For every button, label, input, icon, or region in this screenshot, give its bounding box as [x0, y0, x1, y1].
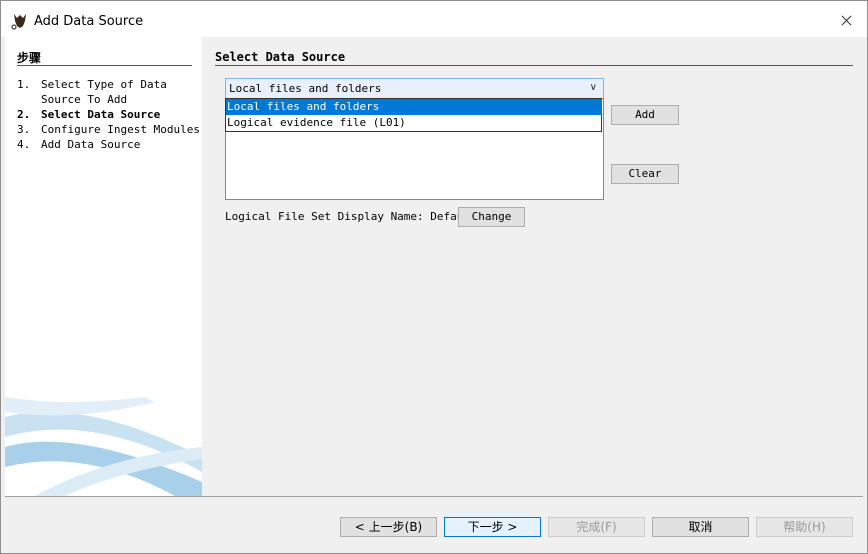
- display-name-label: Logical File Set Display Name: Default: [225, 210, 477, 223]
- step-2: 2. Select Data Source: [17, 107, 202, 122]
- chevron-down-icon[interactable]: ∨: [590, 82, 597, 93]
- step-label: Select Data Source: [41, 108, 161, 121]
- step-label: Select Type of Data Source To Add: [41, 78, 167, 106]
- clear-button[interactable]: Clear: [611, 164, 679, 184]
- title-bar: Add Data Source: [1, 1, 867, 37]
- content-header: Select Data Source: [215, 50, 346, 64]
- step-number: 4.: [17, 138, 31, 151]
- help-button[interactable]: 帮助(H): [756, 517, 853, 537]
- footer-divider: [5, 496, 863, 497]
- source-type-dropdown: Local files and folders Logical evidence…: [225, 98, 602, 132]
- steps-header: 步骤: [17, 51, 42, 65]
- dropdown-option-logical-evidence[interactable]: Logical evidence file (L01): [226, 115, 602, 131]
- add-button[interactable]: Add: [611, 105, 679, 125]
- steps-panel: 步骤 1. Select Type of Data Source To Add …: [5, 37, 202, 496]
- step-4: 4. Add Data Source: [17, 137, 202, 152]
- content-divider: [215, 65, 853, 66]
- close-button[interactable]: [831, 7, 863, 33]
- next-button[interactable]: 下一步 >: [444, 517, 541, 537]
- step-number: 2.: [17, 108, 31, 121]
- decorative-swoosh: [5, 397, 202, 496]
- dropdown-option-local-files[interactable]: Local files and folders: [226, 99, 602, 115]
- step-3: 3. Configure Ingest Modules: [17, 122, 202, 137]
- autopsy-dog-icon: [11, 14, 26, 30]
- step-number: 3.: [17, 123, 31, 136]
- combo-selected-value: Local files and folders: [229, 82, 382, 95]
- cancel-button[interactable]: 取消: [652, 517, 749, 537]
- step-number: 1.: [17, 78, 31, 91]
- steps-list: 1. Select Type of Data Source To Add 2. …: [17, 77, 202, 152]
- steps-divider: [17, 65, 192, 66]
- change-button[interactable]: Change: [458, 207, 525, 227]
- finish-button[interactable]: 完成(F): [548, 517, 645, 537]
- source-type-combobox[interactable]: Local files and folders ∨: [225, 78, 604, 99]
- back-button[interactable]: < 上一步(B): [340, 517, 437, 537]
- step-label: Add Data Source: [41, 138, 141, 151]
- window-title: Add Data Source: [34, 14, 144, 29]
- step-label: Configure Ingest Modules: [41, 123, 200, 136]
- add-data-source-dialog: Add Data Source 步骤 1. Select Type of Dat…: [0, 0, 868, 554]
- step-1: 1. Select Type of Data Source To Add: [17, 77, 202, 107]
